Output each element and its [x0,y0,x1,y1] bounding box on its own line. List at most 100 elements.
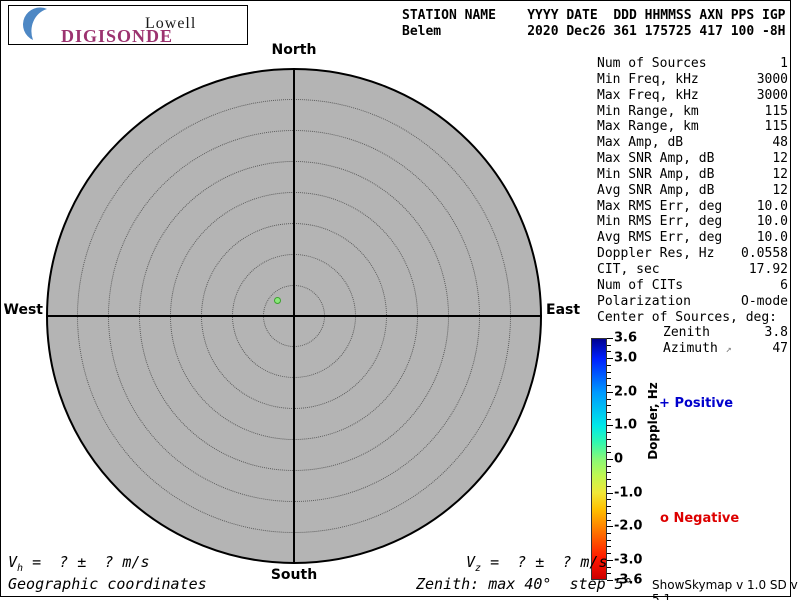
colorbar-tick-label: 3.0 [614,350,638,366]
colorbar-tick-label: 3.6 [614,330,638,346]
parameter-value: 1 [780,56,788,71]
logo-text-digisonde: DIGISONDE [61,26,174,46]
colorbar-major-tick [607,526,613,528]
parameter-value: 0.0558 [741,246,788,262]
colorbar-axis-title: Doppler, Hz [646,382,660,460]
colorbar-minor-tick [607,405,611,407]
parameter-value: 3.8 [764,325,788,341]
parameter-row: Max Freq, kHz 3000 [597,88,788,104]
colorbar-minor-tick [607,445,611,447]
colorbar-minor-tick [607,566,611,568]
parameter-value: 115 [764,103,788,119]
parameter-value: 115 [764,119,788,135]
colorbar-minor-tick [607,432,611,434]
parameter-row: Min RMS Err, deg 10.0 [597,214,788,230]
parameter-label: Doppler Res, Hz [597,246,715,262]
vertical-velocity-readout: Vz = ? ± ? m/s [466,553,608,574]
parameter-value: 10.0 [756,214,788,230]
parameter-label: CIT, sec [597,261,660,277]
colorbar-major-tick [607,559,613,561]
colorbar-minor-tick [607,371,611,373]
colorbar-tick-label: -1.0 [614,485,643,501]
parameter-row: Num of CITs 6 [597,278,788,294]
parameter-row: Doppler Res, Hz 0.0558 [597,246,788,262]
zenith-range-caption: Zenith: max 40° step 5° [416,575,633,593]
crescent-icon [22,7,47,40]
colorbar-major-tick [607,492,613,494]
plus-marker-icon: + [659,396,670,411]
horizontal-velocity-readout: Vh = ? ± ? m/s [8,553,150,574]
parameter-row: Min Freq, kHz 3000 [597,72,788,88]
parameter-value: O-mode [741,293,788,309]
parameter-value: 12 [772,182,788,198]
vh-symbol: V [8,553,18,571]
colorbar-tick-label: -3.0 [614,552,643,568]
parameter-row: Num of Sources 1 [597,56,788,72]
software-version-text: ShowSkymap v 1.0 SD v 5.1 [652,578,798,600]
parameter-label: Max Amp, dB [597,135,684,151]
parameter-label: Num of CITs [597,277,684,293]
parameter-label: Max RMS Err, deg [597,198,723,214]
parameter-row: Avg SNR Amp, dB 12 [597,183,788,199]
colorbar-minor-tick [607,385,611,387]
colorbar-tick-label: 1.0 [614,417,638,433]
vz-symbol: V [466,553,476,571]
compass-label-west: West [3,302,43,318]
parameter-label: Avg SNR Amp, dB [597,182,715,198]
compass-label-south: South [270,567,318,583]
colorbar-major-tick [607,338,613,339]
center-of-sources-header: Center of Sources, deg: [597,309,778,325]
parameter-value: 47 [772,341,788,357]
colorbar-minor-tick [607,479,611,481]
colorbar-minor-tick [607,418,611,420]
parameter-label: Num of Sources [597,56,707,71]
colorbar-minor-tick [607,506,611,508]
parameter-row: CIT, sec 17.92 [597,262,788,278]
colorbar-minor-tick [607,411,611,413]
parameter-value: 10.0 [756,198,788,214]
vz-value: = ? ± ? m/s [481,553,608,571]
parameter-value: 12 [772,151,788,167]
circle-marker-icon: o [660,511,669,526]
colorbar-minor-tick [607,539,611,541]
colorbar-major-tick [607,358,613,360]
colorbar-major-tick [607,425,613,427]
parameter-label: Min RMS Err, deg [597,214,723,230]
parameter-row: Max SNR Amp, dB 12 [597,151,788,167]
parameter-row: Max Amp, dB 48 [597,135,788,151]
colorbar-minor-tick [607,465,611,467]
colorbar-minor-tick [607,512,611,514]
doppler-colorbar [591,338,607,580]
colorbar-minor-tick [607,499,611,501]
colorbar-major-tick [607,391,613,393]
colorbar-tick-label: -2.0 [614,518,643,534]
station-header: STATION NAME YYYY DATE DDD HHMMSS AXN PP… [402,8,786,40]
parameter-value: 3000 [756,87,788,103]
colorbar-minor-tick [607,344,611,346]
parameter-row: Avg RMS Err, deg 10.0 [597,230,788,246]
lowell-digisonde-logo: Lowell DIGISONDE [8,5,248,46]
parameter-row: Max Range, km 115 [597,119,788,135]
coordinates-caption: Geographic coordinates [8,575,207,593]
colorbar-minor-tick [607,532,611,534]
colorbar-tick-label: 0 [614,451,624,467]
colorbar-minor-tick [607,546,611,548]
parameter-label: Min Freq, kHz [597,71,699,87]
colorbar-minor-tick [607,485,611,487]
colorbar-minor-tick [607,519,611,521]
parameter-value: 6 [780,277,788,293]
legend-negative: o Negative [660,511,739,526]
parameter-label: Max Range, km [597,119,699,135]
parameter-value: 48 [772,135,788,151]
parameter-row: Min Range, km 115 [597,104,788,120]
parameter-row: Min SNR Amp, dB 12 [597,167,788,183]
skymap-vertical-axis [293,68,295,564]
skymap-source-marker [273,296,281,304]
legend-positive-label: Positive [674,396,734,411]
parameter-label: Min SNR Amp, dB [597,166,715,182]
colorbar-minor-tick [607,398,611,400]
parameter-row: Max RMS Err, deg 10.0 [597,199,788,215]
header-values-row: Belem 2020 Dec26 361 175725 417 100 -8H [402,24,786,39]
legend-positive: + Positive [659,396,733,411]
colorbar-major-tick [607,459,613,460]
